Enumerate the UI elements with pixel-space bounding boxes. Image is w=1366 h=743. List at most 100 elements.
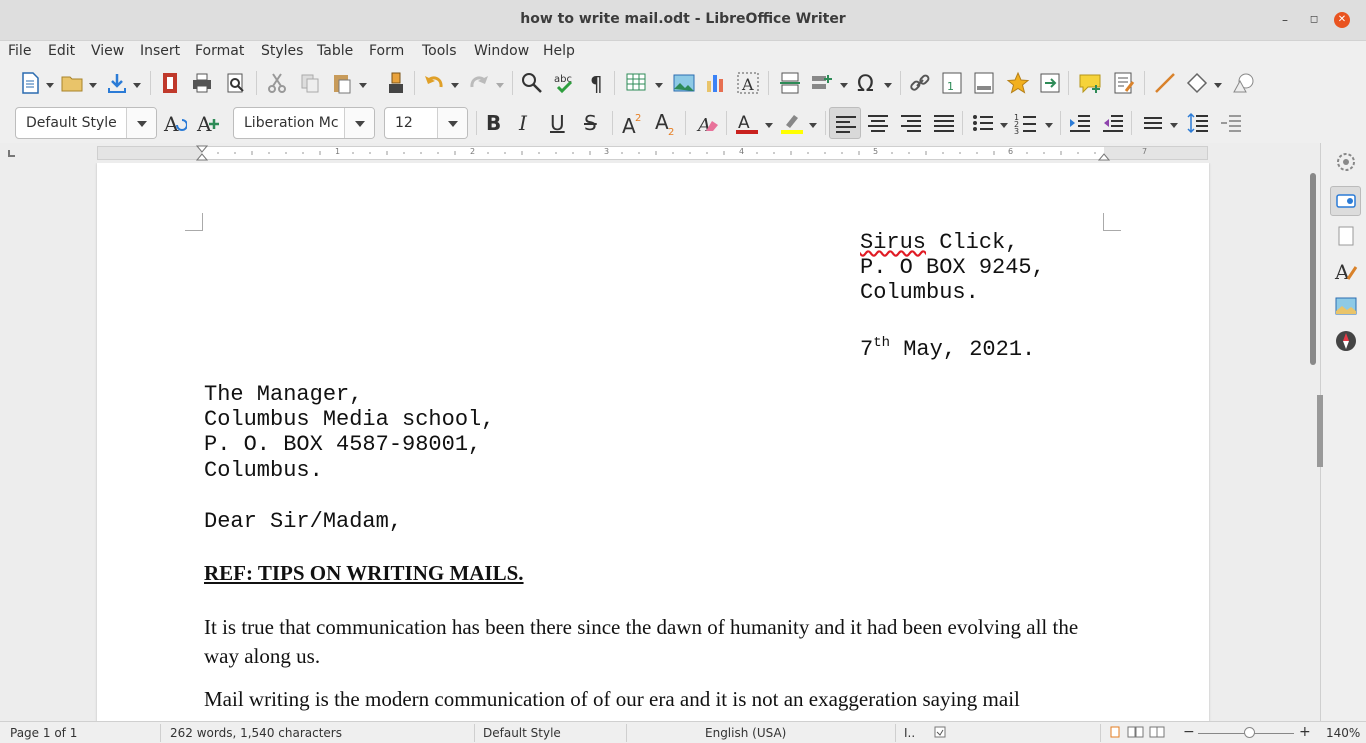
new-document-icon[interactable]	[18, 71, 42, 95]
open-dropdown-icon[interactable]	[89, 83, 97, 88]
paste-icon[interactable]	[330, 71, 354, 95]
ordered-list-icon[interactable]: 123	[1014, 111, 1038, 135]
hyperlink-icon[interactable]	[908, 71, 932, 95]
insert-chart-icon[interactable]	[704, 71, 728, 95]
zoom-in-icon[interactable]: +	[1299, 724, 1311, 740]
highlight-dropdown-icon[interactable]	[809, 123, 817, 128]
insert-comment-icon[interactable]	[1078, 71, 1102, 95]
undo-dropdown-icon[interactable]	[451, 83, 459, 88]
superscript-icon[interactable]: A2	[621, 111, 645, 135]
minimize-button[interactable]: –	[1277, 12, 1293, 28]
maximize-button[interactable]: ◻	[1306, 12, 1322, 28]
new-style-icon[interactable]: A	[196, 111, 220, 135]
menu-insert[interactable]: Insert	[140, 43, 180, 59]
table-dropdown-icon[interactable]	[655, 83, 663, 88]
paste-dropdown-icon[interactable]	[359, 83, 367, 88]
redo-icon[interactable]	[467, 71, 491, 95]
font-name-dropdown-icon[interactable]	[344, 108, 374, 138]
font-size-box[interactable]: 12	[384, 107, 468, 139]
document-canvas[interactable]: Sirus Click, P. O BOX 9245, Columbus. 7t…	[0, 163, 1307, 721]
close-button[interactable]: ✕	[1334, 12, 1350, 28]
insert-field-icon[interactable]	[810, 71, 834, 95]
zoom-out-icon[interactable]: −	[1183, 724, 1195, 740]
shapes-dropdown-icon[interactable]	[1214, 83, 1222, 88]
menu-format[interactable]: Format	[195, 43, 244, 59]
styles-icon[interactable]: A	[1334, 259, 1358, 283]
strikethrough-icon[interactable]: S	[584, 111, 597, 135]
menu-form[interactable]: Form	[369, 43, 404, 59]
font-name-box[interactable]: Liberation Mc	[233, 107, 375, 139]
subscript-icon[interactable]: A2	[654, 111, 678, 135]
increase-paragraph-spacing-icon[interactable]	[1186, 111, 1210, 135]
find-replace-icon[interactable]	[520, 71, 544, 95]
insert-page-break-icon[interactable]	[778, 71, 802, 95]
update-style-icon[interactable]: A	[163, 111, 187, 135]
gallery-icon[interactable]	[1334, 294, 1358, 318]
line-spacing-dropdown-icon[interactable]	[1170, 123, 1178, 128]
page-style[interactable]: Default Style	[483, 726, 561, 740]
document-modified-icon[interactable]	[934, 726, 946, 738]
font-size-dropdown-icon[interactable]	[437, 108, 467, 138]
justify-icon[interactable]	[932, 111, 956, 135]
underline-icon[interactable]: U	[550, 111, 565, 135]
menu-tools[interactable]: Tools	[422, 43, 457, 59]
italic-icon[interactable]: I	[519, 111, 527, 135]
draw-functions-icon[interactable]	[1231, 71, 1255, 95]
paragraph-style-box[interactable]: Default Style	[15, 107, 157, 139]
word-count[interactable]: 262 words, 1,540 characters	[170, 726, 342, 740]
menu-edit[interactable]: Edit	[48, 43, 75, 59]
redo-dropdown-icon[interactable]	[496, 83, 504, 88]
save-dropdown-icon[interactable]	[133, 83, 141, 88]
scrollbar-thumb[interactable]	[1310, 173, 1316, 365]
page-properties-icon[interactable]	[1334, 224, 1358, 248]
view-layout-icons[interactable]	[1110, 726, 1166, 738]
sidebar-settings-icon[interactable]	[1334, 150, 1358, 174]
insert-mode-icon[interactable]: I..	[904, 726, 915, 740]
menu-help[interactable]: Help	[543, 43, 575, 59]
highlight-color-icon[interactable]	[780, 111, 804, 135]
insert-line-icon[interactable]	[1153, 71, 1177, 95]
special-char-dropdown-icon[interactable]	[884, 83, 892, 88]
menu-table[interactable]: Table	[317, 43, 353, 59]
align-right-icon[interactable]	[899, 111, 923, 135]
bold-icon[interactable]: B	[486, 111, 501, 135]
page-header-icon[interactable]	[972, 71, 996, 95]
increase-indent-icon[interactable]	[1068, 111, 1092, 135]
new-dropdown-icon[interactable]	[46, 83, 54, 88]
navigator-icon[interactable]	[1334, 329, 1358, 353]
basic-shapes-icon[interactable]	[1185, 71, 1209, 95]
right-indent-marker-icon[interactable]	[1098, 149, 1110, 161]
print-icon[interactable]	[190, 71, 214, 95]
zoom-slider-handle[interactable]	[1244, 727, 1255, 738]
field-dropdown-icon[interactable]	[840, 83, 848, 88]
cross-reference-icon[interactable]	[1038, 71, 1062, 95]
save-icon[interactable]	[105, 71, 129, 95]
misspelled-word[interactable]: Sirus	[860, 230, 926, 255]
line-spacing-icon[interactable]	[1141, 111, 1165, 135]
indent-marker-icon[interactable]	[196, 145, 208, 161]
cut-icon[interactable]	[265, 71, 289, 95]
insert-image-icon[interactable]	[672, 71, 696, 95]
font-color-dropdown-icon[interactable]	[765, 123, 773, 128]
decrease-indent-icon[interactable]	[1101, 111, 1125, 135]
undo-icon[interactable]	[422, 71, 446, 95]
tab-stop-selector-icon[interactable]	[8, 150, 15, 157]
track-changes-icon[interactable]	[1112, 71, 1136, 95]
decrease-paragraph-spacing-icon[interactable]	[1219, 111, 1243, 135]
insert-textbox-icon[interactable]: A	[736, 71, 760, 95]
special-character-icon[interactable]: Ω	[855, 71, 879, 95]
clone-formatting-icon[interactable]	[384, 71, 408, 95]
zoom-level[interactable]: 140%	[1326, 726, 1360, 740]
unordered-list-dropdown-icon[interactable]	[1000, 123, 1008, 128]
ordered-list-dropdown-icon[interactable]	[1045, 123, 1053, 128]
clear-formatting-icon[interactable]: A	[696, 111, 720, 135]
footnote-icon[interactable]: 1	[940, 71, 964, 95]
align-left-button[interactable]	[829, 107, 861, 139]
menu-window[interactable]: Window	[474, 43, 529, 59]
sidebar-collapse-handle[interactable]	[1317, 395, 1323, 467]
horizontal-ruler[interactable]: 1 2 3 4 5 6 7	[97, 145, 1208, 161]
menu-styles[interactable]: Styles	[261, 43, 303, 59]
sidebar-properties-button[interactable]	[1330, 186, 1361, 216]
font-color-icon[interactable]: A	[735, 111, 759, 135]
unordered-list-icon[interactable]	[971, 111, 995, 135]
